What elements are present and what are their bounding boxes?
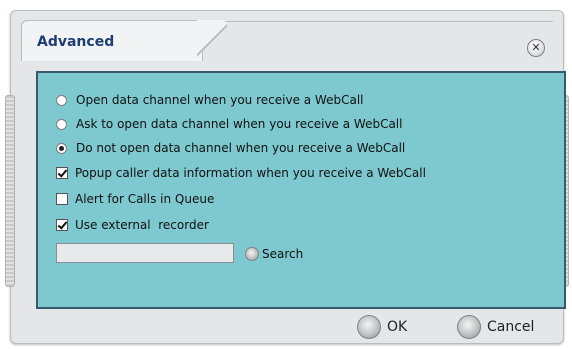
orb-button-icon: [457, 315, 481, 339]
checkbox-checked[interactable]: [56, 219, 68, 231]
option-label: Popup caller data information when you r…: [75, 166, 426, 180]
ok-label: OK: [387, 319, 408, 335]
radio-button-selected[interactable]: [56, 142, 67, 154]
header-border: [225, 21, 553, 22]
close-button[interactable]: ✕: [527, 39, 545, 57]
cancel-button[interactable]: Cancel: [457, 314, 534, 340]
checkbox-popup-caller-data[interactable]: Popup caller data information when you r…: [56, 164, 426, 182]
option-label: Alert for Calls in Queue: [75, 192, 215, 206]
left-resize-handle: [5, 95, 15, 287]
checkbox-alert-calls-in-queue[interactable]: Alert for Calls in Queue: [56, 190, 214, 208]
radio-button[interactable]: [56, 94, 67, 106]
option-label: Use external recorder: [75, 218, 209, 232]
ok-button[interactable]: OK: [357, 314, 407, 340]
cancel-label: Cancel: [487, 319, 535, 335]
search-label: Search: [262, 247, 304, 261]
radio-button[interactable]: [56, 118, 67, 130]
option-label: Ask to open data channel when you receiv…: [76, 117, 403, 131]
option-label: Open data channel when you receive a Web…: [76, 93, 364, 107]
radio-open-data-channel[interactable]: Open data channel when you receive a Web…: [56, 91, 364, 109]
options-panel: Open data channel when you receive a Web…: [36, 71, 566, 309]
checkbox-checked[interactable]: [56, 167, 68, 179]
close-icon: ✕: [531, 41, 541, 54]
advanced-dialog: Advanced ✕ Open data channel when you re…: [5, 10, 569, 344]
checkbox-use-external-recorder[interactable]: Use external recorder: [56, 216, 209, 234]
orb-button-icon: [245, 247, 259, 261]
option-label: Do not open data channel when you receiv…: [76, 141, 406, 155]
title-tab-edge: [197, 20, 227, 60]
radio-do-not-open-data-channel[interactable]: Do not open data channel when you receiv…: [56, 139, 405, 157]
dialog-title: Advanced: [37, 34, 115, 50]
radio-ask-open-data-channel[interactable]: Ask to open data channel when you receiv…: [56, 115, 402, 133]
checkbox-unchecked[interactable]: [56, 193, 68, 205]
recorder-path-input[interactable]: [56, 243, 234, 263]
orb-button-icon: [357, 315, 381, 339]
search-button[interactable]: Search: [245, 245, 303, 263]
